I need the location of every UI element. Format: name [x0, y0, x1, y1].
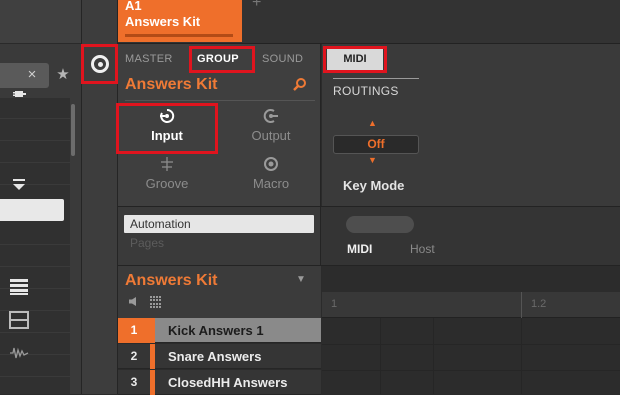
increment-arrow-icon[interactable]: ▲: [368, 118, 377, 128]
pattern-editor[interactable]: [322, 266, 620, 394]
divider: [125, 100, 315, 101]
list-item[interactable]: [0, 224, 70, 245]
page-groove-button[interactable]: Groove: [121, 156, 213, 191]
list-item-selected[interactable]: [0, 199, 64, 221]
sound-name: Kick Answers 1: [168, 323, 264, 338]
sound-number: 3: [130, 375, 138, 389]
sound-name: Snare Answers: [168, 349, 262, 364]
groove-icon: [121, 156, 213, 176]
tab-sound[interactable]: SOUND: [262, 53, 303, 65]
control-area-button[interactable]: [81, 44, 118, 84]
add-group-icon[interactable]: +: [252, 0, 261, 12]
key-mode-value[interactable]: Off: [333, 135, 419, 154]
automation-slot[interactable]: [346, 216, 414, 233]
decrement-arrow-icon[interactable]: ▼: [368, 155, 377, 165]
tab-master[interactable]: MASTER: [125, 53, 173, 65]
key-mode-label: Key Mode: [343, 178, 405, 193]
sound-color-bar: [150, 370, 155, 395]
list-item[interactable]: [0, 142, 70, 163]
output-icon: [225, 108, 317, 128]
sound-name: ClosedHH Answers: [168, 375, 288, 390]
page-input-highlight: [116, 103, 218, 154]
browser-scrollbar[interactable]: [71, 104, 75, 156]
group-tab-id: A1: [125, 0, 142, 13]
list-item[interactable]: [0, 246, 70, 267]
grid-line: [433, 318, 434, 394]
sound-row[interactable]: 3 ClosedHH Answers: [118, 370, 321, 395]
sound-row[interactable]: 1 Kick Answers 1: [118, 318, 321, 343]
page-output-label: Output: [251, 128, 291, 143]
macro-knob-icon: [225, 156, 317, 176]
divider: [333, 78, 419, 79]
routings-label: ROUTINGS: [333, 84, 399, 98]
grid-line: [380, 318, 381, 394]
grid-line: [322, 344, 620, 345]
ruler-tick: [521, 292, 522, 318]
arranger-list-icon[interactable]: [0, 278, 37, 301]
split-view-icon[interactable]: [0, 311, 37, 334]
waveform-icon[interactable]: [0, 345, 37, 364]
timeline-ruler[interactable]: [322, 292, 620, 318]
grid-line: [322, 370, 620, 371]
collapse-icon[interactable]: [0, 178, 37, 198]
favorite-star-icon[interactable]: ★: [54, 65, 72, 85]
group-tab-name: Answers Kit: [125, 14, 201, 29]
control-title: Answers Kit: [125, 76, 218, 93]
ruler-marker: 1: [331, 298, 338, 310]
tab-midi[interactable]: MIDI: [327, 49, 383, 70]
search-icon[interactable]: [293, 77, 307, 95]
page-macro-label: Macro: [252, 176, 290, 191]
sound-list-title[interactable]: Answers Kit: [125, 272, 217, 290]
grid-icon[interactable]: [150, 296, 163, 308]
pages-label: Pages: [130, 236, 165, 250]
sound-number: 2: [130, 349, 138, 363]
knob-icon: [91, 55, 109, 73]
tab-midi-bottom[interactable]: MIDI: [347, 242, 372, 256]
sound-number: 1: [118, 318, 150, 343]
tab-group-highlight: [189, 46, 255, 73]
list-item[interactable]: [0, 120, 70, 141]
sound-color-bar: [150, 318, 155, 343]
clear-search-icon[interactable]: ×: [24, 66, 40, 84]
sound-row[interactable]: 2 Snare Answers: [118, 344, 321, 369]
ruler-marker: 1.2: [531, 298, 547, 310]
automation-button[interactable]: Automation: [124, 215, 314, 233]
browser-header: [0, 0, 81, 44]
grid-line: [521, 318, 522, 394]
plugin-icon[interactable]: [0, 86, 37, 106]
speaker-icon[interactable]: [128, 296, 140, 310]
page-output-button[interactable]: Output: [225, 108, 317, 143]
page-groove-label: Groove: [145, 176, 189, 191]
tab-host[interactable]: Host: [410, 242, 435, 256]
chevron-down-icon[interactable]: ▼: [296, 274, 306, 285]
group-tab-underline: [125, 34, 233, 37]
sound-color-bar: [150, 344, 155, 369]
page-macro-button[interactable]: Macro: [225, 156, 317, 191]
